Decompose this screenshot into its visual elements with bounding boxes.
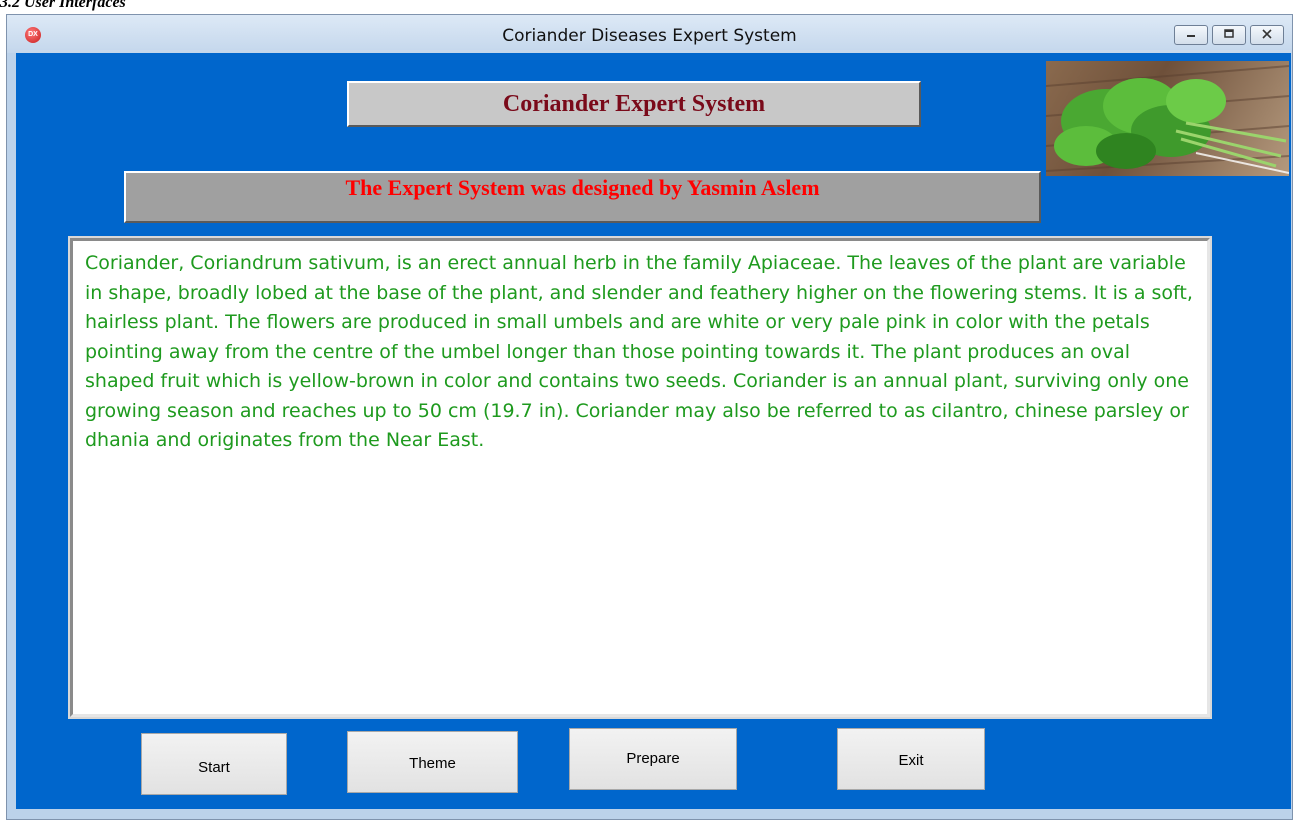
- maximize-icon: [1224, 29, 1234, 38]
- window-title: Coriander Diseases Expert System: [502, 26, 797, 46]
- app-heading: Coriander Expert System: [347, 81, 921, 127]
- coriander-image: [1046, 61, 1289, 176]
- document-caption: 3.2 User Interfaces: [0, 0, 126, 11]
- title-bar[interactable]: DX Coriander Diseases Expert System: [7, 15, 1292, 53]
- prepare-button[interactable]: Prepare: [569, 728, 737, 790]
- close-button[interactable]: [1250, 25, 1284, 45]
- minimize-button[interactable]: [1174, 25, 1208, 45]
- description-textbox[interactable]: Coriander, Coriandrum sativum, is an ere…: [70, 238, 1210, 717]
- window-controls: [1174, 25, 1284, 45]
- exit-button[interactable]: Exit: [837, 728, 985, 790]
- designer-label: The Expert System was designed by Yasmin…: [124, 171, 1041, 223]
- minimize-icon: [1187, 35, 1195, 37]
- description-text: Coriander, Coriandrum sativum, is an ere…: [85, 252, 1193, 451]
- start-button[interactable]: Start: [141, 733, 287, 795]
- app-window: DX Coriander Diseases Expert System Cori…: [6, 14, 1293, 820]
- theme-button[interactable]: Theme: [347, 731, 518, 793]
- maximize-button[interactable]: [1212, 25, 1246, 45]
- coriander-leaves-graphic: [1046, 65, 1289, 174]
- close-icon: [1262, 29, 1272, 39]
- client-area: Coriander Expert System The Expert Syste…: [16, 53, 1291, 809]
